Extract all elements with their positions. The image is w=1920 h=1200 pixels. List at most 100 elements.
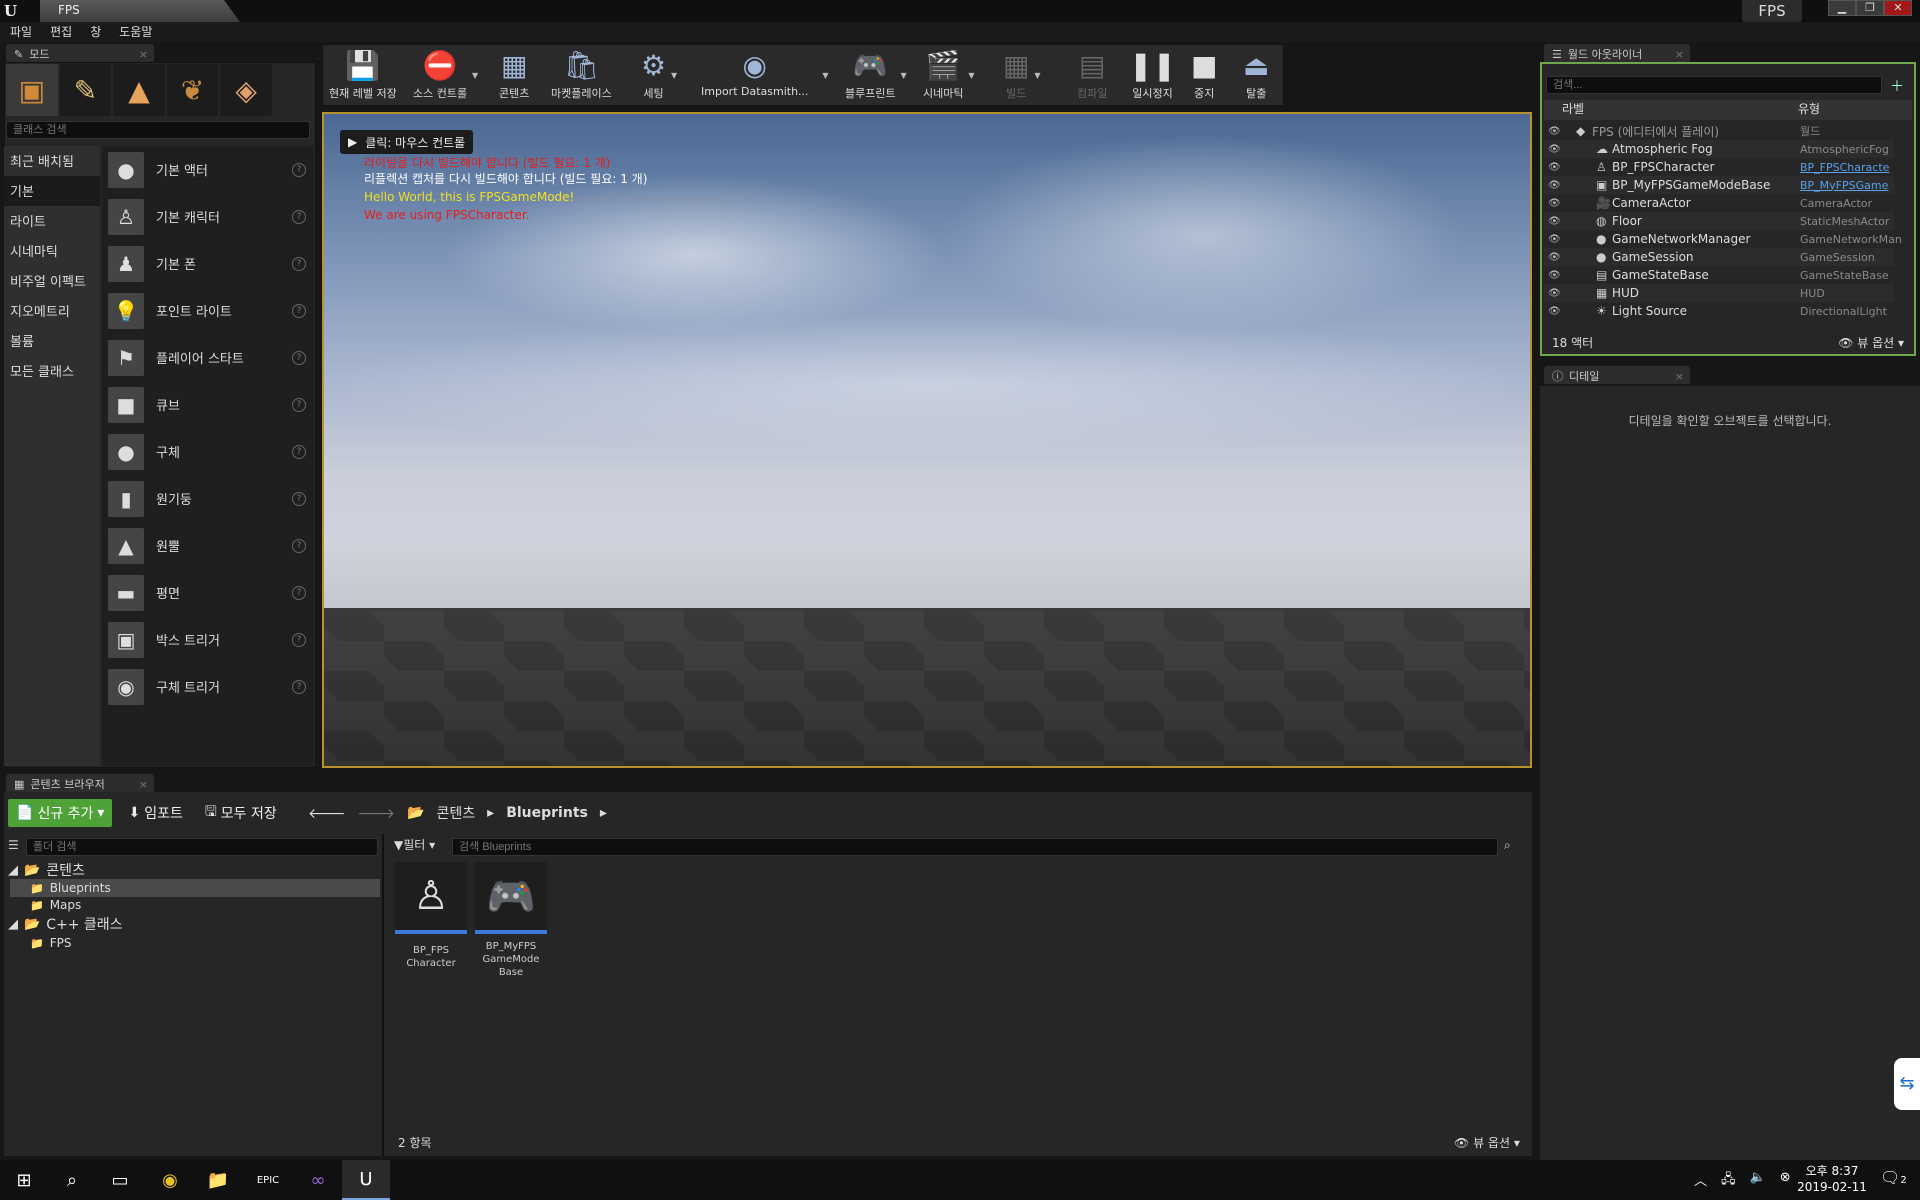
breadcrumb-content[interactable]: 콘텐츠 — [437, 803, 476, 823]
expand-icon[interactable]: ◢ — [8, 917, 18, 932]
volume-icon[interactable]: 🔈 — [1750, 1170, 1766, 1192]
place-mode-icon[interactable]: ▣ — [6, 64, 58, 116]
table-row[interactable]: 👁 ◆ FPS (에디터에서 플레이) 월드 — [1544, 122, 1894, 140]
help-icon[interactable]: ? — [292, 397, 306, 412]
help-icon[interactable]: ? — [292, 350, 306, 365]
list-item[interactable]: ■ 큐브? — [102, 381, 314, 428]
class-search-input[interactable] — [6, 121, 310, 139]
eject-button[interactable]: ⏏ 탈출 — [1241, 47, 1271, 105]
outliner-search-input[interactable] — [1546, 76, 1882, 94]
stop-button[interactable]: ■ 중지 — [1189, 47, 1219, 105]
list-item[interactable]: 💡 포인트 라이트? — [102, 287, 314, 334]
close-icon[interactable]: × — [1675, 48, 1684, 61]
list-item[interactable]: ▬ 평면? — [102, 569, 314, 616]
category-basic[interactable]: 기본 — [4, 176, 100, 206]
table-row[interactable]: 👁 ▣ BP_MyFPSGameModeBase BP_MyFPSGame — [1544, 176, 1894, 194]
list-item[interactable]: ▮ 원기둥? — [102, 475, 314, 522]
compile-button[interactable]: ▤ 컴파일 — [1075, 47, 1109, 105]
actor-type[interactable]: BP_MyFPSGame — [1800, 179, 1888, 192]
table-row[interactable]: 👁 ♙ BP_FPSCharacter BP_FPSCharacte — [1544, 158, 1894, 176]
asset-tile[interactable]: ♙ BP_FPS Character — [394, 862, 468, 970]
table-row[interactable]: 👁 ▦ HUD HUD — [1544, 284, 1894, 302]
filter-button[interactable]: ▼필터 ▾ — [394, 836, 435, 856]
chevron-right-icon[interactable]: ▸ — [600, 805, 607, 821]
actor-type[interactable]: BP_FPSCharacte — [1800, 161, 1889, 174]
breadcrumb-blueprints[interactable]: Blueprints — [506, 805, 588, 821]
outliner-tab[interactable]: ☰ 월드 아웃라이너 × — [1544, 44, 1690, 62]
settings-button[interactable]: ⚙ 세팅 ▼ — [639, 47, 677, 105]
import-button[interactable]: ⬇ 임포트 — [122, 799, 188, 827]
table-row[interactable]: 👁 ☀ Light Source DirectionalLight — [1544, 302, 1894, 320]
list-item[interactable]: ♙ 기본 캐릭터? — [102, 193, 314, 240]
list-item[interactable]: ◉ 구체 트리거? — [102, 663, 314, 710]
eye-icon[interactable]: 👁 — [1548, 180, 1561, 191]
eye-icon[interactable]: 👁 — [1548, 144, 1561, 155]
asset-tile[interactable]: 🎮 BP_MyFPS GameMode Base — [474, 862, 548, 979]
table-row[interactable]: 👁 ● GameSession GameSession — [1544, 248, 1894, 266]
dropdown-icon[interactable]: ▼ — [671, 71, 677, 80]
list-item[interactable]: ⚑ 플레이어 스타트? — [102, 334, 314, 381]
help-icon[interactable]: ? — [292, 209, 306, 224]
dropdown-icon[interactable]: ▼ — [968, 71, 974, 80]
close-icon[interactable]: × — [139, 778, 148, 791]
epic-games-icon[interactable]: EPIC — [244, 1160, 292, 1200]
list-item[interactable]: ● 기본 액터? — [102, 146, 314, 193]
dropdown-icon[interactable]: ▼ — [900, 71, 906, 80]
help-icon[interactable]: ? — [292, 444, 306, 459]
menu-window[interactable]: 창 — [90, 22, 101, 42]
source-control-button[interactable]: ⛔ 소스 컨트롤 ▼ — [411, 47, 478, 105]
asset-search-input[interactable] — [452, 838, 1498, 856]
tree-item-content[interactable]: ◢ 📂 콘텐츠 — [8, 861, 85, 880]
details-tab[interactable]: ⓘ 디테일 × — [1544, 366, 1690, 384]
marketplace-button[interactable]: 🛍 마켓플레이스 — [549, 47, 614, 105]
content-browser-tab[interactable]: ▦ 콘텐츠 브라우저 × — [6, 774, 154, 792]
unreal-editor-icon[interactable]: U — [342, 1160, 390, 1200]
tree-item-blueprints[interactable]: 📁 Blueprints — [10, 879, 380, 897]
content-button[interactable]: ▦ 콘텐츠 — [497, 47, 531, 105]
list-item[interactable]: ▣ 박스 트리거? — [102, 616, 314, 663]
paint-mode-icon[interactable]: ✎ — [59, 64, 112, 116]
level-viewport[interactable]: ▶ 클릭: 마우스 컨트롤 라이팅을 다시 빌드해야 합니다 (빌드 필요: 1… — [322, 112, 1532, 768]
view-options-button[interactable]: 👁 뷰 옵션 ▾ — [1454, 1134, 1520, 1151]
collapse-tree-icon[interactable]: ☰ — [8, 838, 24, 856]
eye-icon[interactable]: 👁 — [1548, 234, 1561, 245]
menu-file[interactable]: 파일 — [10, 22, 32, 42]
category-all-classes[interactable]: 모든 클래스 — [4, 356, 100, 386]
save-all-button[interactable]: 🖫 모두 저장 — [199, 799, 283, 827]
teamviewer-icon[interactable]: ⇆ — [1894, 1058, 1920, 1110]
eye-icon[interactable]: 👁 — [1548, 252, 1561, 263]
category-visual-effects[interactable]: 비주얼 이펙트 — [4, 266, 100, 296]
notification-icon[interactable]: 🗨2 — [1880, 1168, 1907, 1187]
foliage-mode-icon[interactable]: ❦ — [166, 64, 219, 116]
list-item[interactable]: ▲ 원뿔? — [102, 522, 314, 569]
list-item[interactable]: ● 구체? — [102, 428, 314, 475]
eye-icon[interactable]: 👁 — [1548, 162, 1561, 173]
save-level-button[interactable]: 💾 현재 레벨 저장 — [327, 47, 399, 105]
help-icon[interactable]: ? — [292, 538, 306, 553]
category-cinematic[interactable]: 시네마틱 — [4, 236, 100, 266]
close-button[interactable]: ✕ — [1884, 0, 1912, 16]
table-row[interactable]: 👁 ☁ Atmospheric Fog AtmosphericFog — [1544, 140, 1894, 158]
forward-arrow-icon[interactable]: 🡒 — [358, 805, 396, 822]
table-row[interactable]: 👁 🎥 CameraActor CameraActor — [1544, 194, 1894, 212]
folder-search-input[interactable] — [26, 838, 378, 856]
landscape-mode-icon[interactable]: ▲ — [113, 64, 165, 116]
eye-icon[interactable]: 👁 — [1548, 216, 1561, 227]
category-volumes[interactable]: 볼륨 — [4, 326, 100, 356]
column-label[interactable]: 라벨 — [1544, 100, 1778, 120]
close-icon[interactable]: × — [139, 48, 148, 61]
help-icon[interactable]: ? — [292, 679, 306, 694]
tree-item-cpp-classes[interactable]: ◢ 📂 C++ 클래스 — [8, 915, 123, 934]
chevron-right-icon[interactable]: ▸ — [487, 805, 494, 821]
help-icon[interactable]: ? — [292, 303, 306, 318]
help-icon[interactable]: ? — [292, 256, 306, 271]
document-tab[interactable]: FPS — [40, 0, 240, 22]
category-lights[interactable]: 라이트 — [4, 206, 100, 236]
close-icon[interactable]: × — [1675, 370, 1684, 383]
chrome-icon[interactable]: ◉ — [146, 1160, 194, 1200]
dropdown-icon[interactable]: ▼ — [472, 71, 478, 80]
help-icon[interactable]: ? — [292, 632, 306, 647]
add-new-button[interactable]: 📄 신규 추가 ▾ — [8, 799, 113, 827]
viewport-options-button[interactable]: ▶ 클릭: 마우스 컨트롤 — [340, 130, 474, 154]
category-recent[interactable]: 최근 배치됨 — [4, 146, 100, 176]
